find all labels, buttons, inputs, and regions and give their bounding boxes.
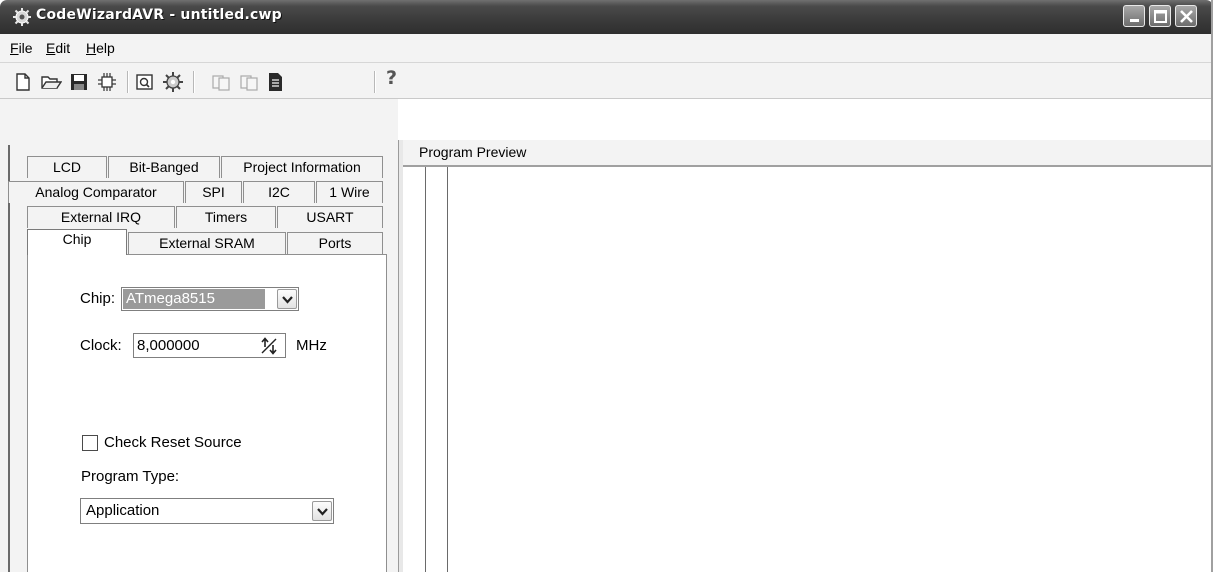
save-icon[interactable]: [68, 71, 90, 93]
menu-bar: File Edit Help: [0, 34, 1213, 63]
minimize-icon: [1130, 19, 1139, 22]
tab-spi[interactable]: SPI: [185, 181, 242, 203]
spin-updown-icon[interactable]: [259, 336, 279, 356]
close-icon: [1180, 10, 1193, 23]
maximize-icon: [1154, 10, 1167, 23]
clock-label: Clock:: [80, 337, 122, 354]
code-preview-area[interactable]: [403, 167, 1213, 572]
menu-edit[interactable]: Edit: [46, 40, 70, 56]
clock-input[interactable]: 8,000000: [133, 333, 286, 358]
app-gear-icon: [13, 8, 31, 26]
paste-icon[interactable]: [238, 71, 260, 93]
open-folder-icon[interactable]: [40, 71, 62, 93]
menu-edit-mnemonic: E: [46, 40, 56, 56]
title-bar[interactable]: CodeWizardAVR - untitled.cwp: [0, 0, 1213, 34]
tab-bit-banged[interactable]: Bit-Banged: [108, 156, 220, 178]
toolbar-separator: [193, 71, 195, 93]
menu-file-label: ile: [18, 40, 33, 56]
tab-external-irq[interactable]: External IRQ: [27, 206, 175, 228]
check-reset-checkbox[interactable]: [82, 435, 98, 451]
window-title: CodeWizardAVR - untitled.cwp: [36, 7, 282, 23]
tab-timers[interactable]: Timers: [176, 206, 276, 228]
tab-project-information[interactable]: Project Information: [221, 156, 383, 178]
program-type-select[interactable]: Application: [80, 498, 334, 524]
new-file-icon[interactable]: [12, 71, 34, 93]
chevron-down-icon: [282, 296, 293, 304]
menu-edit-label: dit: [55, 40, 71, 56]
maximize-button[interactable]: [1149, 5, 1171, 27]
clock-unit: MHz: [296, 337, 327, 354]
program-type-dropdown-button[interactable]: [312, 501, 332, 521]
toolbar-separator: [374, 71, 376, 93]
preview-icon[interactable]: [134, 71, 156, 93]
minimize-button[interactable]: [1123, 5, 1145, 27]
toolbar-separator: [127, 71, 129, 93]
tab-ports[interactable]: Ports: [287, 232, 383, 254]
document-icon[interactable]: [264, 71, 286, 93]
tab-1-wire[interactable]: 1 Wire: [316, 181, 383, 203]
tab-usart[interactable]: USART: [277, 206, 383, 228]
chip-dropdown-button[interactable]: [277, 289, 297, 309]
panel-edge: [8, 145, 10, 572]
program-type-value: Application: [86, 502, 160, 519]
chip-label: Chip:: [80, 290, 116, 307]
menu-help-label: elp: [96, 40, 115, 56]
copy-icon[interactable]: [210, 71, 232, 93]
menu-help-mnemonic: H: [86, 40, 97, 56]
menu-help[interactable]: Help: [86, 40, 115, 56]
preview-title: Program Preview: [419, 144, 527, 160]
tab-chip[interactable]: Chip: [27, 229, 127, 255]
chip-select[interactable]: ATmega8515: [121, 287, 299, 311]
help-icon[interactable]: ?: [386, 67, 397, 89]
tab-lcd[interactable]: LCD: [27, 156, 107, 178]
program-type-label: Program Type:: [81, 468, 180, 485]
menu-file-mnemonic: F: [10, 40, 19, 56]
check-reset-label: Check Reset Source: [104, 434, 242, 451]
chevron-down-icon: [317, 508, 328, 516]
tab-external-sram[interactable]: External SRAM: [128, 232, 286, 254]
chip-select-value: ATmega8515: [123, 289, 265, 309]
generate-icon[interactable]: [162, 71, 184, 93]
gutter-line: [447, 167, 448, 572]
tab-analog-comparator[interactable]: Analog Comparator: [8, 181, 184, 203]
close-button[interactable]: [1175, 5, 1197, 27]
menu-file[interactable]: File: [10, 40, 33, 56]
program-chip-icon[interactable]: [96, 71, 118, 93]
gutter-line: [425, 167, 426, 572]
clock-input-value: 8,000000: [137, 337, 200, 354]
toolbar: ?: [0, 63, 1213, 99]
preview-header: Program Preview: [403, 140, 1213, 167]
tab-i2c[interactable]: I2C: [243, 181, 315, 203]
